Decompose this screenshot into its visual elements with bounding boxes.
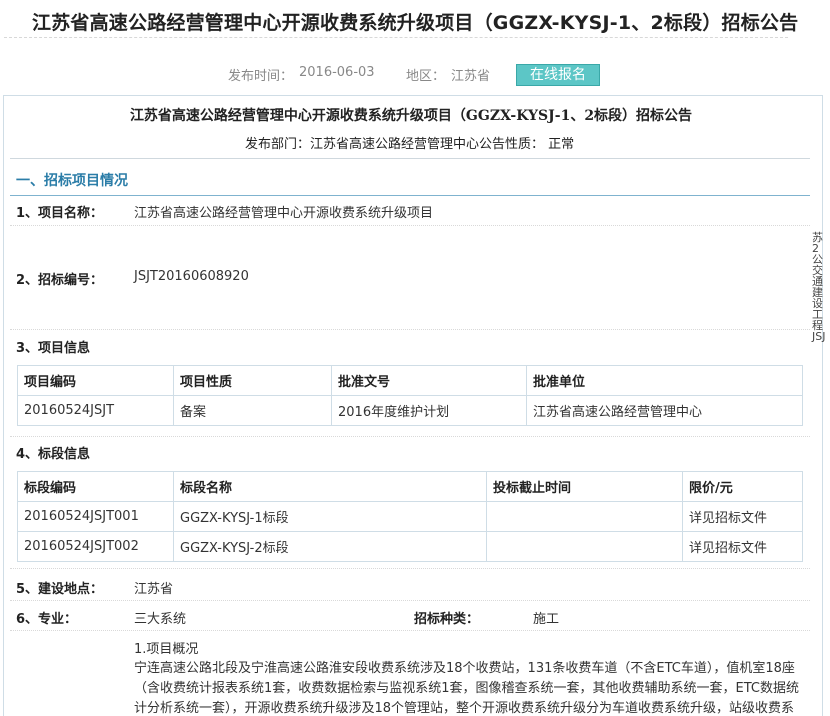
- publish-date: 2016-06-03: [299, 65, 375, 80]
- table-cell: 详见招标文件: [682, 501, 803, 532]
- row-divider: [10, 329, 810, 330]
- row-divider: [10, 436, 810, 437]
- table-header-cell: 项目性质: [173, 365, 332, 396]
- project-info-table: 项目编码 项目性质 批准文号 批准单位 20160524JSJT 备案 2016…: [17, 365, 803, 426]
- table-header-row: 标段编码 标段名称 投标截止时间 限价/元: [17, 471, 803, 502]
- department-divider: [10, 158, 810, 159]
- table-cell: 20160524JSJT001: [17, 501, 174, 532]
- row-divider: [10, 225, 810, 226]
- table-cell: 2016年度维护计划: [331, 395, 527, 426]
- table-cell: GGZX-KYSJ-2标段: [173, 531, 487, 562]
- section-divider: [10, 195, 810, 196]
- table-cell: 详见招标文件: [682, 531, 803, 562]
- overview-heading: 1.项目概况: [134, 642, 199, 657]
- table-header-cell: 项目编码: [17, 365, 174, 396]
- table-header-cell: 标段编码: [17, 471, 174, 502]
- department-line: 发布部门：江苏省高速公路经营管理中心公告性质： 正常: [245, 137, 575, 152]
- region-value: 江苏省: [451, 69, 491, 84]
- table-cell: [486, 531, 683, 562]
- title-divider: [4, 37, 788, 38]
- project-name-label: 1、项目名称：: [16, 206, 104, 221]
- online-register-button[interactable]: 在线报名: [516, 64, 600, 86]
- bid-number-value: JSJT20160608920: [134, 269, 249, 284]
- table-header-cell: 投标截止时间: [486, 471, 683, 502]
- table-row: 20160524JSJT001 GGZX-KYSJ-1标段 详见招标文件: [17, 501, 803, 532]
- announcement-title: 江苏省高速公路经营管理中心开源收费系统升级项目（GGZX-KYSJ-1、2标段）…: [129, 108, 693, 124]
- table-header-row: 项目编码 项目性质 批准文号 批准单位: [17, 365, 803, 396]
- publish-time-label: 发布时间：: [228, 69, 294, 84]
- table-row: 20160524JSJT002 GGZX-KYSJ-2标段 详见招标文件: [17, 531, 803, 562]
- bid-section-table: 标段编码 标段名称 投标截止时间 限价/元 20160524JSJT001 GG…: [17, 471, 803, 562]
- section-heading-bid-info: 一、招标项目情况: [16, 173, 128, 189]
- row-divider: [10, 600, 810, 601]
- table-cell: 20160524JSJT002: [17, 531, 174, 562]
- table-cell: 江苏省高速公路经营管理中心: [526, 395, 803, 426]
- construction-site-value: 江苏省: [134, 582, 174, 597]
- project-info-label: 3、项目信息: [16, 341, 91, 356]
- table-cell: 20160524JSJT: [17, 395, 174, 426]
- construction-site-label: 5、建设地点：: [16, 582, 104, 597]
- bid-type-value: 施工: [533, 612, 560, 627]
- overview-text-line: 宁连高速公路北段及宁淮高速公路淮安段收费系统涉及18个收费站，131条收费车道（…: [134, 661, 795, 676]
- specialty-value: 三大系统: [134, 612, 187, 627]
- project-name-value: 江苏省高速公路经营管理中心开源收费系统升级项目: [134, 206, 434, 221]
- table-cell: [486, 501, 683, 532]
- region-label: 地区：: [406, 69, 446, 84]
- bid-number-label: 2、招标编号：: [16, 273, 104, 288]
- bid-type-label: 招标种类：: [414, 612, 480, 627]
- row-divider: [10, 630, 810, 631]
- table-header-cell: 标段名称: [173, 471, 487, 502]
- overview-text-line: （含收费统计报表系统1套，收费数据检索与监视系统1套，图像稽查系统一套，其他收费…: [134, 681, 800, 696]
- page-title: 江苏省高速公路经营管理中心开源收费系统升级项目（GGZX-KYSJ-1、2标段）…: [32, 12, 799, 34]
- overview-text-line: 计分析系统一套），开源收费系统升级涉及18个管理站，整个开源收费系统升级分为车道…: [134, 701, 795, 716]
- table-cell: 备案: [173, 395, 332, 426]
- side-vertical-text: 苏2公交通建设工程JSJ: [812, 231, 826, 343]
- table-row: 20160524JSJT 备案 2016年度维护计划 江苏省高速公路经营管理中心: [17, 395, 803, 426]
- section-info-label: 4、标段信息: [16, 447, 91, 462]
- table-header-cell: 批准文号: [331, 365, 527, 396]
- row-divider: [10, 568, 810, 569]
- table-cell: GGZX-KYSJ-1标段: [173, 501, 487, 532]
- table-header-cell: 批准单位: [526, 365, 803, 396]
- specialty-label: 6、专业：: [16, 612, 78, 627]
- table-header-cell: 限价/元: [682, 471, 803, 502]
